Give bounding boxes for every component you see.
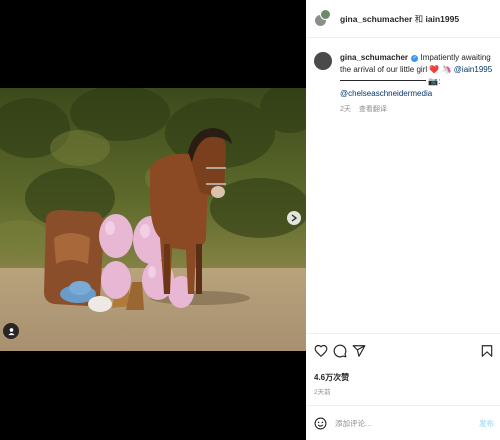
mention-link[interactable]: @iain1995 bbox=[454, 65, 492, 74]
pony-photo-image bbox=[0, 88, 306, 351]
comment-bubble-icon[interactable] bbox=[333, 344, 347, 358]
caption-block: gina_schumacher ✓ Impatiently awaiting t… bbox=[314, 52, 494, 116]
caption-time: 2天 bbox=[340, 106, 351, 113]
coauthor-avatars[interactable] bbox=[314, 8, 332, 29]
caption-divider bbox=[340, 80, 426, 81]
caption-meta: 2天 查看翻译 bbox=[340, 104, 494, 116]
heart-emoji: ❤️ bbox=[429, 65, 440, 74]
paper-plane-icon[interactable] bbox=[352, 344, 366, 358]
post-panel: gina_schumacher 和 iain1995 gina_schumach… bbox=[306, 0, 500, 440]
like-count[interactable]: 4.6万次赞 bbox=[314, 372, 349, 383]
post-header: gina_schumacher 和 iain1995 bbox=[306, 0, 500, 38]
heart-outline-icon[interactable] bbox=[314, 344, 328, 358]
caption-username-link[interactable]: gina_schumacher bbox=[340, 53, 408, 62]
bookmark-icon[interactable] bbox=[480, 344, 494, 358]
header-coauthor-link[interactable]: iain1995 bbox=[426, 14, 460, 24]
camera-emoji: 📷 bbox=[428, 77, 439, 86]
verified-badge-icon: ✓ bbox=[411, 55, 419, 62]
caption-colon: : bbox=[438, 77, 441, 86]
header-authors: gina_schumacher 和 iain1995 bbox=[340, 13, 459, 25]
next-photo-button[interactable] bbox=[287, 211, 301, 225]
divider bbox=[306, 405, 500, 406]
comment-bar: 发布 bbox=[314, 414, 494, 432]
header-username-link[interactable]: gina_schumacher bbox=[340, 14, 412, 24]
header-conjunction: 和 bbox=[412, 13, 426, 24]
caption-avatar[interactable] bbox=[314, 52, 332, 70]
action-bar bbox=[314, 344, 494, 358]
smiley-icon[interactable] bbox=[314, 417, 327, 430]
see-translation-link[interactable]: 查看翻译 bbox=[359, 106, 387, 113]
comment-input[interactable] bbox=[335, 418, 465, 428]
user-tag-icon bbox=[7, 327, 15, 335]
divider bbox=[306, 333, 500, 334]
post-age: 2天前 bbox=[314, 389, 331, 396]
chevron-right-icon bbox=[291, 214, 297, 222]
tagged-users-button[interactable] bbox=[3, 323, 19, 339]
caption-text: gina_schumacher ✓ Impatiently awaiting t… bbox=[340, 52, 494, 116]
post-comment-button[interactable]: 发布 bbox=[479, 418, 494, 429]
photo-credit-link[interactable]: @chelseaschneidermedia bbox=[340, 89, 432, 98]
avatar bbox=[320, 8, 331, 20]
post-photo[interactable] bbox=[0, 88, 306, 351]
unicorn-emoji: 🦄 bbox=[441, 65, 452, 74]
post-media bbox=[0, 0, 306, 440]
